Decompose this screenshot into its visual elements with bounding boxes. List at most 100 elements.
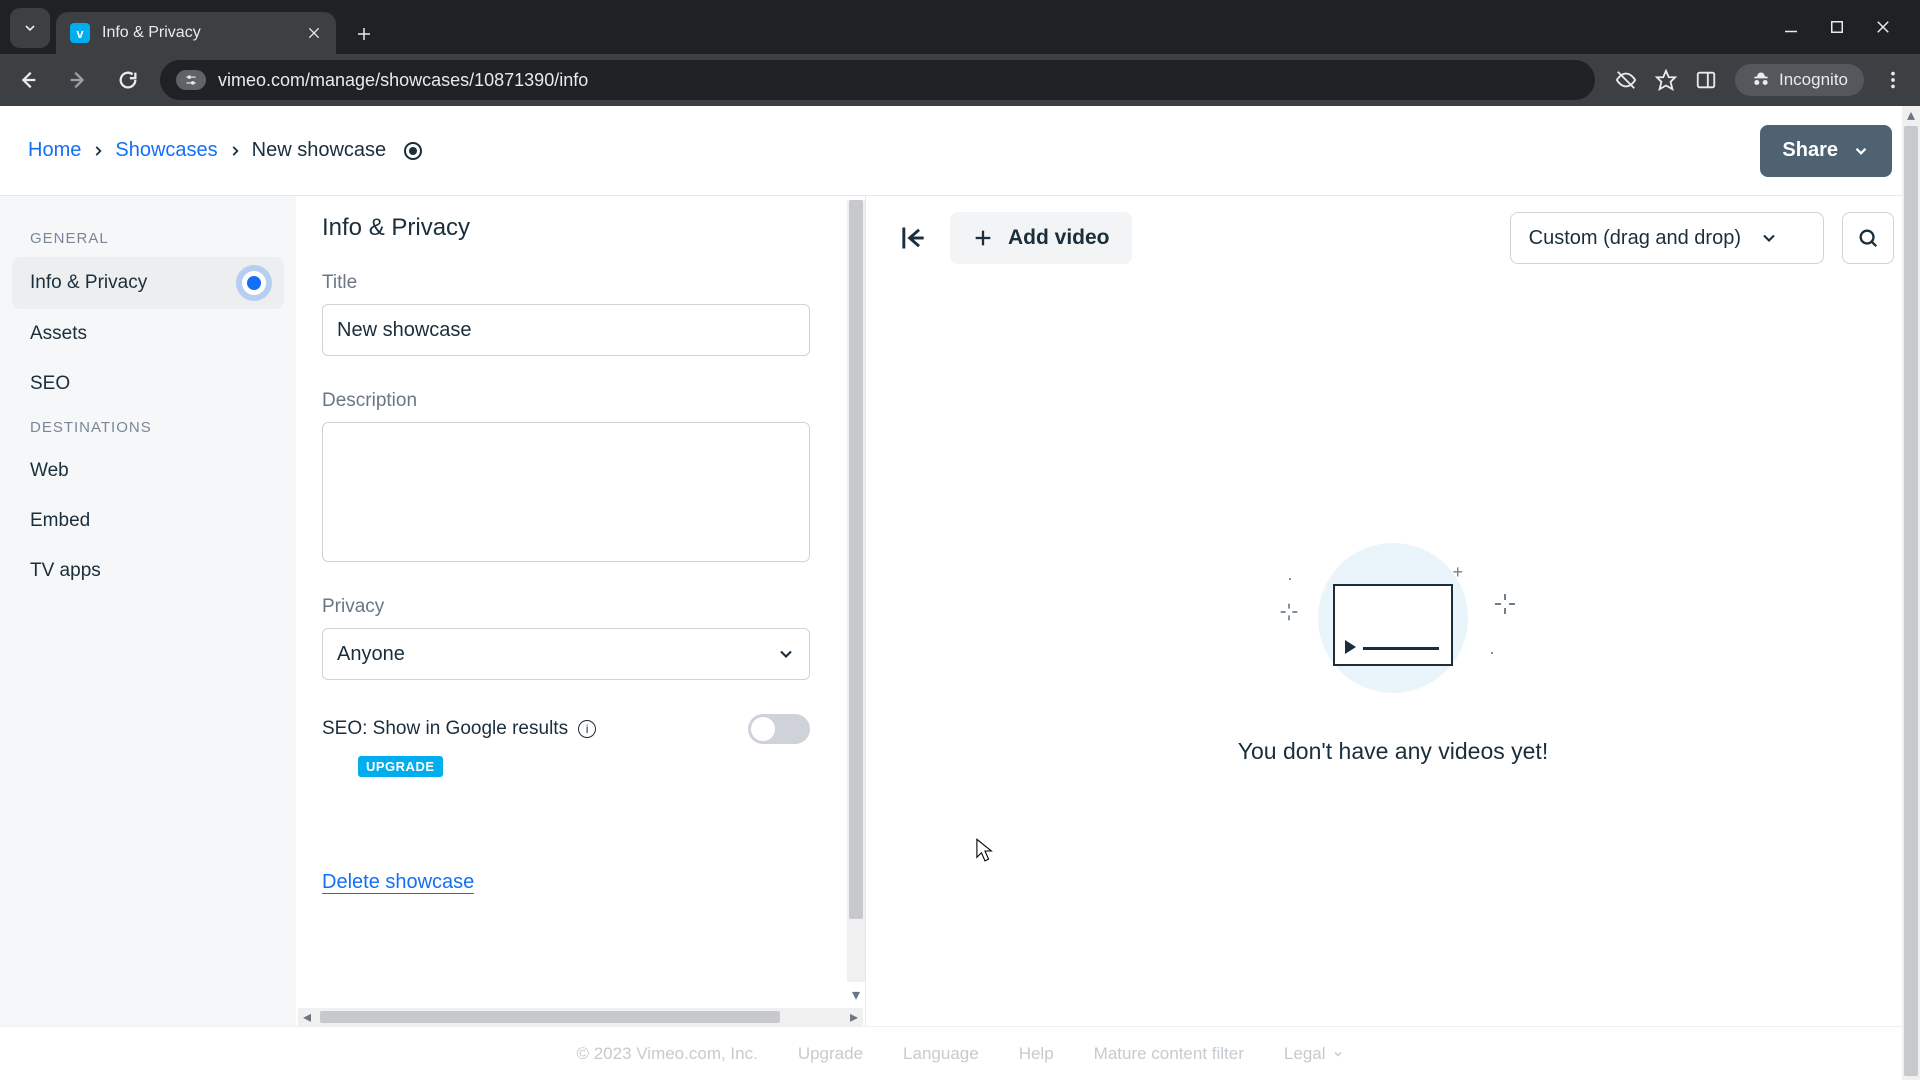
forward-button[interactable] xyxy=(60,62,96,98)
sort-select-label: Custom (drag and drop) xyxy=(1529,227,1741,250)
breadcrumb-home[interactable]: Home xyxy=(28,139,81,162)
seo-label: SEO: Show in Google results xyxy=(322,718,568,740)
search-button[interactable] xyxy=(1842,212,1894,264)
sidebar-item-tv-apps[interactable]: TV apps xyxy=(12,546,284,596)
footer-mature-link[interactable]: Mature content filter xyxy=(1094,1044,1244,1064)
upgrade-badge[interactable]: UPGRADE xyxy=(358,756,443,777)
privacy-label: Privacy xyxy=(322,596,810,618)
window-controls xyxy=(1782,0,1920,54)
eye-off-icon xyxy=(1615,69,1637,91)
sidebar-item-label: Web xyxy=(30,460,69,482)
collapse-panel-button[interactable] xyxy=(892,218,932,258)
scrollbar-thumb[interactable] xyxy=(1904,126,1918,1076)
tab-title: Info & Privacy xyxy=(102,24,201,42)
sidebar-item-web[interactable]: Web xyxy=(12,446,284,496)
add-video-button[interactable]: Add video xyxy=(950,212,1132,264)
plus-icon xyxy=(355,25,373,43)
sidebar-item-label: Embed xyxy=(30,510,90,532)
footer-help-link[interactable]: Help xyxy=(1019,1044,1054,1064)
empty-illustration-icon: · + · xyxy=(1293,542,1493,702)
panel-icon xyxy=(1695,69,1717,91)
videos-panel: Add video Custom (drag and drop) xyxy=(866,196,1920,1026)
sidebar-item-label: Assets xyxy=(30,323,87,345)
sidebar-item-label: TV apps xyxy=(30,560,101,582)
bookmark-button[interactable] xyxy=(1655,69,1677,91)
incognito-label: Incognito xyxy=(1779,70,1848,90)
browser-tab[interactable]: v Info & Privacy xyxy=(56,12,336,54)
sidebar-item-seo[interactable]: SEO xyxy=(12,359,284,409)
browser-menu-button[interactable] xyxy=(1882,69,1904,91)
close-icon xyxy=(1874,18,1892,36)
minimize-button[interactable] xyxy=(1782,18,1800,36)
scroll-left-icon[interactable]: ◂ xyxy=(298,1008,316,1026)
chevron-down-icon xyxy=(1332,1048,1344,1060)
seo-toggle[interactable] xyxy=(748,714,810,744)
page-topbar: Home Showcases New showcase Share xyxy=(0,106,1920,196)
scroll-down-icon[interactable]: ▾ xyxy=(847,986,865,1004)
minimize-icon xyxy=(1782,18,1800,36)
chevron-down-icon xyxy=(1852,142,1870,160)
site-info-button[interactable] xyxy=(176,70,206,90)
info-icon[interactable]: i xyxy=(578,720,596,738)
search-icon xyxy=(1857,227,1879,249)
chevron-right-icon xyxy=(91,144,105,158)
scrollbar-thumb[interactable] xyxy=(320,1011,780,1023)
new-tab-button[interactable] xyxy=(344,14,384,54)
close-window-button[interactable] xyxy=(1874,18,1892,36)
page-content: Home Showcases New showcase Share GENERA… xyxy=(0,106,1920,1080)
close-tab-button[interactable] xyxy=(306,25,322,41)
panel-heading: Info & Privacy xyxy=(322,214,810,242)
address-bar[interactable]: vimeo.com/manage/showcases/10871390/info xyxy=(160,60,1595,100)
back-button[interactable] xyxy=(10,62,46,98)
empty-state-text: You don't have any videos yet! xyxy=(1238,738,1548,765)
form-panel: Info & Privacy Title Description Privacy xyxy=(296,196,866,1026)
breadcrumb-showcases[interactable]: Showcases xyxy=(115,139,217,162)
description-input[interactable] xyxy=(322,422,810,562)
footer-language-link[interactable]: Language xyxy=(903,1044,979,1064)
maximize-icon xyxy=(1828,18,1846,36)
sidebar-item-info-privacy[interactable]: Info & Privacy xyxy=(12,257,284,309)
sidebar-item-embed[interactable]: Embed xyxy=(12,496,284,546)
footer-upgrade-link[interactable]: Upgrade xyxy=(798,1044,863,1064)
url-text: vimeo.com/manage/showcases/10871390/info xyxy=(218,70,588,91)
scroll-up-icon[interactable]: ▴ xyxy=(1902,106,1920,124)
chevron-down-icon xyxy=(22,20,38,36)
side-panel-button[interactable] xyxy=(1695,69,1717,91)
footer-copyright: © 2023 Vimeo.com, Inc. xyxy=(576,1044,757,1064)
tab-search-button[interactable] xyxy=(10,8,50,48)
close-icon xyxy=(306,25,322,41)
scrollbar-thumb[interactable] xyxy=(849,200,863,919)
add-video-label: Add video xyxy=(1008,226,1110,250)
sidebar-item-assets[interactable]: Assets xyxy=(12,309,284,359)
reload-icon xyxy=(117,69,139,91)
panel-horizontal-scrollbar[interactable]: ◂ ▸ xyxy=(298,1008,863,1026)
title-label: Title xyxy=(322,272,810,294)
footer-legal-link[interactable]: Legal xyxy=(1284,1044,1344,1064)
reload-button[interactable] xyxy=(110,62,146,98)
sidebar-section-destinations: DESTINATIONS xyxy=(12,409,284,446)
sparkle-icon xyxy=(1279,602,1299,622)
delete-showcase-link[interactable]: Delete showcase xyxy=(322,871,474,894)
page-vertical-scrollbar[interactable]: ▴ xyxy=(1902,106,1920,1080)
kebab-icon xyxy=(1882,69,1904,91)
status-indicator-icon xyxy=(404,142,422,160)
settings-sidebar: GENERAL Info & Privacy Assets SEO DESTIN… xyxy=(0,196,296,1026)
description-label: Description xyxy=(322,390,810,412)
sidebar-item-label: Info & Privacy xyxy=(30,272,147,294)
sort-select[interactable]: Custom (drag and drop) xyxy=(1510,212,1824,264)
videos-toolbar: Add video Custom (drag and drop) xyxy=(866,196,1920,280)
maximize-button[interactable] xyxy=(1828,18,1846,36)
plus-icon xyxy=(972,227,994,249)
share-button-label: Share xyxy=(1782,139,1838,162)
empty-state: · + · You don't have any videos yet! xyxy=(866,280,1920,1026)
share-button[interactable]: Share xyxy=(1760,125,1892,177)
breadcrumb-current: New showcase xyxy=(252,139,387,162)
title-input[interactable] xyxy=(322,304,810,356)
incognito-indicator[interactable]: Incognito xyxy=(1735,64,1864,96)
privacy-select[interactable] xyxy=(322,628,810,680)
panel-vertical-scrollbar[interactable]: ▾ xyxy=(847,200,865,982)
active-indicator-icon xyxy=(242,271,266,295)
scroll-right-icon[interactable]: ▸ xyxy=(845,1008,863,1026)
tune-icon xyxy=(184,73,198,87)
tracking-blocked-icon-button[interactable] xyxy=(1615,69,1637,91)
